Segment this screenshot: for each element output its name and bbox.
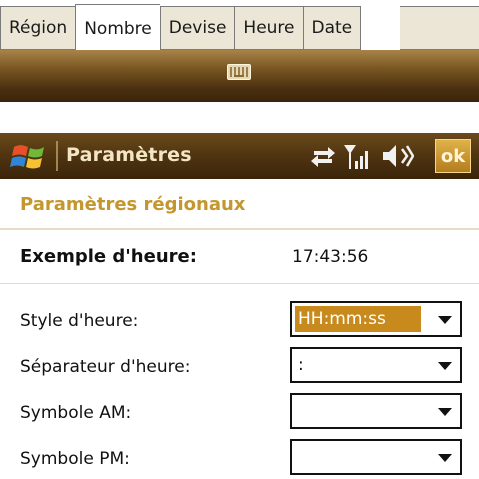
- title-separator: [56, 141, 58, 171]
- tab-bar: Région Nombre Devise Heure Date: [0, 0, 479, 50]
- volume-icon[interactable]: [380, 141, 414, 171]
- chevron-down-icon: [438, 408, 452, 416]
- title-bar: Paramètres ok: [0, 133, 479, 179]
- settings-screen: Région Nombre Devise Heure Date Paramètr…: [0, 0, 479, 479]
- am-symbol-label: Symbole AM:: [20, 403, 132, 423]
- tab-currency[interactable]: Devise: [159, 6, 235, 50]
- ok-button[interactable]: ok: [435, 139, 471, 173]
- time-example-label: Exemple d'heure:: [20, 246, 197, 267]
- time-separator-dropdown[interactable]: :: [290, 347, 462, 383]
- tab-date[interactable]: Date: [302, 6, 362, 50]
- section-divider: [0, 228, 479, 230]
- section-title: Paramètres régionaux: [20, 194, 246, 215]
- keyboard-spacebar: [234, 75, 244, 77]
- tab-time[interactable]: Heure: [234, 6, 303, 50]
- pm-symbol-label: Symbole PM:: [20, 449, 130, 469]
- chevron-down-icon: [438, 362, 452, 370]
- time-style-dropdown[interactable]: HH:mm:ss: [290, 301, 462, 337]
- windows-flag-icon[interactable]: [10, 139, 50, 173]
- connectivity-arrows-icon[interactable]: [308, 141, 338, 171]
- tab-list: Région Nombre Devise Heure Date: [0, 4, 362, 50]
- am-symbol-dropdown[interactable]: [290, 393, 462, 429]
- tab-region[interactable]: Région: [0, 6, 76, 50]
- keyboard-icon[interactable]: [227, 64, 251, 80]
- example-divider: [0, 283, 479, 284]
- chevron-down-icon: [438, 316, 452, 324]
- signal-strength-icon[interactable]: [342, 141, 372, 171]
- am-symbol-value: [295, 398, 301, 424]
- pm-symbol-value: [295, 444, 301, 470]
- time-separator-label: Séparateur d'heure:: [20, 357, 191, 377]
- time-style-label: Style d'heure:: [20, 311, 139, 331]
- time-example-value: 17:43:56: [292, 247, 369, 267]
- pm-symbol-dropdown[interactable]: [290, 439, 462, 475]
- window-title: Paramètres: [66, 144, 192, 166]
- tab-number[interactable]: Nombre: [75, 4, 160, 50]
- time-style-value: HH:mm:ss: [295, 306, 421, 332]
- time-separator-value: :: [298, 355, 304, 375]
- tab-bar-filler: [400, 6, 479, 50]
- chevron-down-icon: [438, 454, 452, 462]
